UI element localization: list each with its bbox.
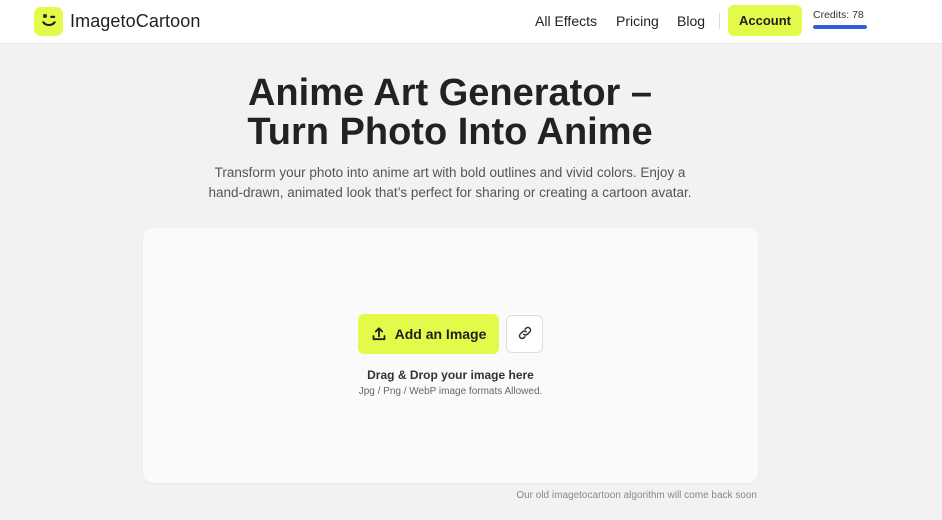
allowed-formats: Jpg / Png / WebP image formats Allowed. xyxy=(358,386,543,397)
add-image-button[interactable]: Add an Image xyxy=(358,314,499,354)
credits-progress-bar xyxy=(813,25,867,29)
page-title: Anime Art Generator – Turn Photo Into An… xyxy=(0,74,900,152)
upload-icon xyxy=(371,326,387,342)
page-title-line-1: Anime Art Generator – xyxy=(247,72,653,114)
credits-label: Credits: 78 xyxy=(813,9,864,21)
page-subtitle: Transform your photo into anime art with… xyxy=(0,163,900,203)
brand-logo[interactable]: ImagetoCartoon xyxy=(34,6,200,36)
drop-instructions: Drag & Drop your image here xyxy=(367,368,534,382)
page-title-line-2: Turn Photo Into Anime xyxy=(247,111,653,153)
nav-divider xyxy=(719,13,720,29)
nav-blog[interactable]: Blog xyxy=(677,13,705,29)
nav-pricing[interactable]: Pricing xyxy=(616,13,659,29)
page-subtitle-line-2: hand-drawn, animated look that’s perfect… xyxy=(208,185,692,200)
add-image-label: Add an Image xyxy=(394,326,487,342)
brand-name: ImagetoCartoon xyxy=(70,10,201,31)
algorithm-notice: Our old imagetocartoon algorithm will co… xyxy=(516,490,757,501)
nav-all-effects[interactable]: All Effects xyxy=(535,13,597,29)
account-button[interactable]: Account xyxy=(728,5,802,36)
page-subtitle-line-1: Transform your photo into anime art with… xyxy=(214,165,686,180)
link-icon xyxy=(517,325,533,344)
credits-progress-fill xyxy=(813,25,867,29)
smiley-logo-icon xyxy=(34,6,63,36)
top-header: ImagetoCartoon All Effects Pricing Blog … xyxy=(0,0,942,44)
paste-url-button[interactable] xyxy=(506,315,543,353)
credits-meter[interactable]: Credits: 78 xyxy=(813,9,869,29)
upload-dropzone[interactable]: Add an Image Drag & Drop your image here… xyxy=(143,228,758,483)
